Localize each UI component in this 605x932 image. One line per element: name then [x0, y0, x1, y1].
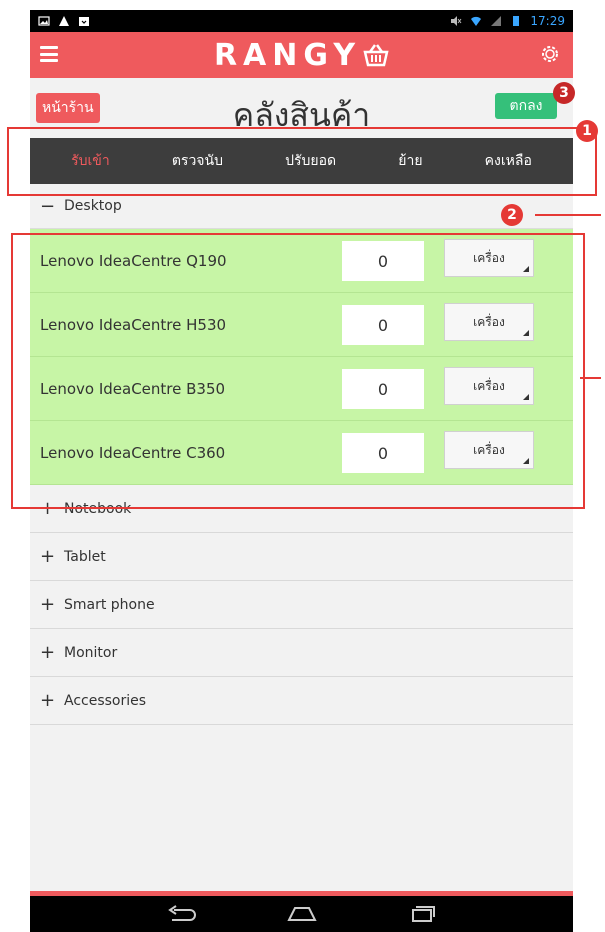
- collapse-icon: −: [40, 195, 56, 217]
- category-label: Smart phone: [64, 596, 155, 613]
- category-label: Tablet: [64, 548, 106, 565]
- brand-logo: RANGY: [214, 38, 389, 73]
- battery-icon: [513, 16, 520, 26]
- status-right-icons: 17:29: [450, 14, 565, 28]
- brand-name: RANGY: [213, 37, 362, 73]
- category-monitor-header[interactable]: + Monitor: [30, 629, 573, 677]
- annotation-box-items: [11, 233, 585, 509]
- hamburger-icon: [40, 46, 58, 49]
- download-notification-icon: [79, 17, 89, 26]
- mute-icon: [451, 16, 462, 26]
- annotation-box-tabs: [7, 127, 597, 196]
- expand-icon: +: [40, 642, 56, 663]
- ok-button[interactable]: ตกลง: [495, 93, 557, 119]
- category-label: Monitor: [64, 644, 118, 661]
- status-left-icons: [38, 15, 90, 27]
- category-label: Accessories: [64, 692, 147, 709]
- signal-icon: [491, 16, 502, 26]
- menu-button[interactable]: [40, 46, 58, 62]
- system-nav-bar: [30, 896, 573, 932]
- app-bar: RANGY: [30, 32, 573, 78]
- expand-icon: +: [40, 690, 56, 711]
- expand-icon: +: [40, 594, 56, 615]
- wifi-icon: [471, 16, 482, 26]
- expand-icon: +: [40, 546, 56, 567]
- home-icon[interactable]: [285, 904, 319, 924]
- clock: 17:29: [530, 14, 565, 28]
- annotation-badge-1: 1: [576, 120, 598, 142]
- warning-notification-icon: [59, 16, 69, 26]
- category-accessories-header[interactable]: + Accessories: [30, 677, 573, 725]
- category-label: Desktop: [64, 198, 122, 214]
- annotation-line-category: [535, 214, 601, 216]
- annotation-badge-3: 3: [553, 82, 575, 104]
- recent-apps-icon[interactable]: [406, 904, 440, 924]
- category-tablet-header[interactable]: + Tablet: [30, 533, 573, 581]
- category-smartphone-header[interactable]: + Smart phone: [30, 581, 573, 629]
- status-bar: 17:29: [30, 10, 573, 32]
- image-notification-icon: [38, 16, 50, 26]
- annotation-line-items: [580, 377, 601, 379]
- gear-icon[interactable]: [539, 43, 561, 65]
- annotation-badge-2: 2: [501, 204, 523, 226]
- back-icon[interactable]: [164, 904, 198, 924]
- basket-icon: [363, 44, 389, 67]
